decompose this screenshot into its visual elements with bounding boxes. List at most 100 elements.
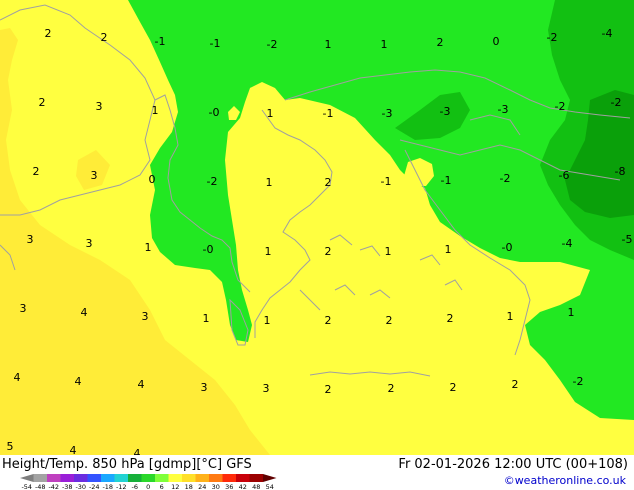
temperature-label: 5 <box>7 440 14 453</box>
scale-label: -6 <box>132 483 138 490</box>
temperature-label: 1 <box>203 312 210 325</box>
temperature-label: 1 <box>381 38 388 51</box>
scale-swatch <box>236 474 250 482</box>
temperature-label: 1 <box>264 314 271 327</box>
temperature-label: -2 <box>500 172 511 185</box>
scale-swatch <box>222 474 236 482</box>
scale-label: -42 <box>48 483 59 490</box>
color-scale-labels: -54 -48 -42 -38 -30 -24 -18 -12 -6 0 6 12 18 24 30 36 42… <box>21 483 273 490</box>
scale-label: -54 <box>21 483 32 490</box>
temperature-label: 3 <box>263 382 270 395</box>
temperature-label: 3 <box>86 237 93 250</box>
scale-swatch <box>168 474 182 482</box>
temperature-label: 2 <box>437 36 444 49</box>
temperature-label: -3 <box>382 107 393 120</box>
scale-label: -38 <box>62 483 73 490</box>
scale-label: -24 <box>89 483 100 490</box>
temperature-label: 1 <box>445 243 452 256</box>
temperature-label: 1 <box>145 241 152 254</box>
temperature-label: 1 <box>325 38 332 51</box>
temperature-label: -2 <box>207 175 218 188</box>
scale-swatch <box>47 474 61 482</box>
forecast-datetime: Fr 02-01-2026 12:00 UTC (00+108) <box>398 457 628 472</box>
temperature-label: 4 <box>75 375 82 388</box>
bottom-bar: Height/Temp. 850 hPa [gdmp][°C] GFS Fr 0… <box>0 455 634 490</box>
temperature-label: 1 <box>507 310 514 323</box>
scale-swatch <box>195 474 209 482</box>
scale-swatch <box>60 474 74 482</box>
temperature-label: 2 <box>39 96 46 109</box>
temperature-label: -2 <box>611 96 622 109</box>
temperature-label: 2 <box>447 312 454 325</box>
scale-label: 6 <box>160 483 164 490</box>
scale-swatch <box>128 474 142 482</box>
temperature-label: 2 <box>388 382 395 395</box>
temperature-label: 1 <box>152 104 159 117</box>
temperature-label: 3 <box>96 100 103 113</box>
temperature-label: 0 <box>149 173 156 186</box>
temperature-label: -2 <box>267 38 278 51</box>
temperature-label: 2 <box>325 245 332 258</box>
temperature-label: 1 <box>568 306 575 319</box>
temperature-label: -5 <box>622 233 633 246</box>
scale-swatch <box>182 474 196 482</box>
temperature-label: 1 <box>265 245 272 258</box>
temperature-label: 2 <box>101 31 108 44</box>
scale-label: 12 <box>171 483 179 490</box>
temperature-label: 2 <box>450 381 457 394</box>
temperature-label: -4 <box>602 27 613 40</box>
credit-link[interactable]: ©weatheronline.co.uk <box>504 474 626 487</box>
temperature-label: -1 <box>210 37 221 50</box>
temperature-label: -1 <box>323 107 334 120</box>
scale-label: 0 <box>146 483 150 490</box>
temperature-label: 3 <box>27 233 34 246</box>
temperature-label: 2 <box>45 27 52 40</box>
temperature-label: 1 <box>385 245 392 258</box>
map-area: 2 2 -1 -1 -2 1 1 2 0 -2 -4 2 3 1 -0 1 -1 -3 -3 -3 -2 -2 2 3 0 -2 1… <box>0 0 634 455</box>
scale-swatch <box>33 474 47 482</box>
scale-swatch <box>74 474 88 482</box>
scale-label: 36 <box>225 483 233 490</box>
temperature-label: -2 <box>573 375 584 388</box>
temperature-label: 3 <box>91 169 98 182</box>
scale-swatch <box>155 474 169 482</box>
temperature-label: 4 <box>70 444 77 455</box>
temperature-label: 4 <box>14 371 21 384</box>
temperature-label: -8 <box>615 165 626 178</box>
temperature-label: -4 <box>562 237 573 250</box>
color-scale-swatches <box>20 474 277 482</box>
temperature-label: 3 <box>142 310 149 323</box>
temperature-label: -3 <box>440 105 451 118</box>
temperature-label: 4 <box>81 306 88 319</box>
temperature-label: 4 <box>134 447 141 455</box>
temperature-label: 2 <box>512 378 519 391</box>
temperature-label: 0 <box>493 35 500 48</box>
scale-label: 54 <box>266 483 274 490</box>
scale-swatch <box>209 474 223 482</box>
chart-title: Height/Temp. 850 hPa [gdmp][°C] GFS <box>2 457 252 472</box>
temperature-label: -2 <box>555 100 566 113</box>
temperature-label: 3 <box>201 381 208 394</box>
scale-swatch <box>101 474 115 482</box>
scale-label: -18 <box>102 483 113 490</box>
scale-label: 18 <box>185 483 193 490</box>
scale-label: 42 <box>239 483 247 490</box>
temperature-label: 2 <box>325 314 332 327</box>
temperature-label: -2 <box>547 31 558 44</box>
temperature-label: 3 <box>20 302 27 315</box>
scale-label: -48 <box>35 483 46 490</box>
temperature-label: 4 <box>138 378 145 391</box>
temperature-label: -3 <box>498 103 509 116</box>
temperature-label: -0 <box>502 241 513 254</box>
scale-label: 30 <box>212 483 220 490</box>
scale-swatch <box>114 474 128 482</box>
temperature-label: 1 <box>267 107 274 120</box>
scale-swatch <box>249 474 263 482</box>
temperature-label: 2 <box>386 314 393 327</box>
scale-label: -30 <box>75 483 86 490</box>
temperature-label: 2 <box>33 165 40 178</box>
scale-label: -12 <box>116 483 127 490</box>
color-scale: -54 -48 -42 -38 -30 -24 -18 -12 -6 0 6 12 18 24 30 36 42… <box>20 474 277 490</box>
temperature-label: -1 <box>155 35 166 48</box>
scale-swatch <box>87 474 101 482</box>
